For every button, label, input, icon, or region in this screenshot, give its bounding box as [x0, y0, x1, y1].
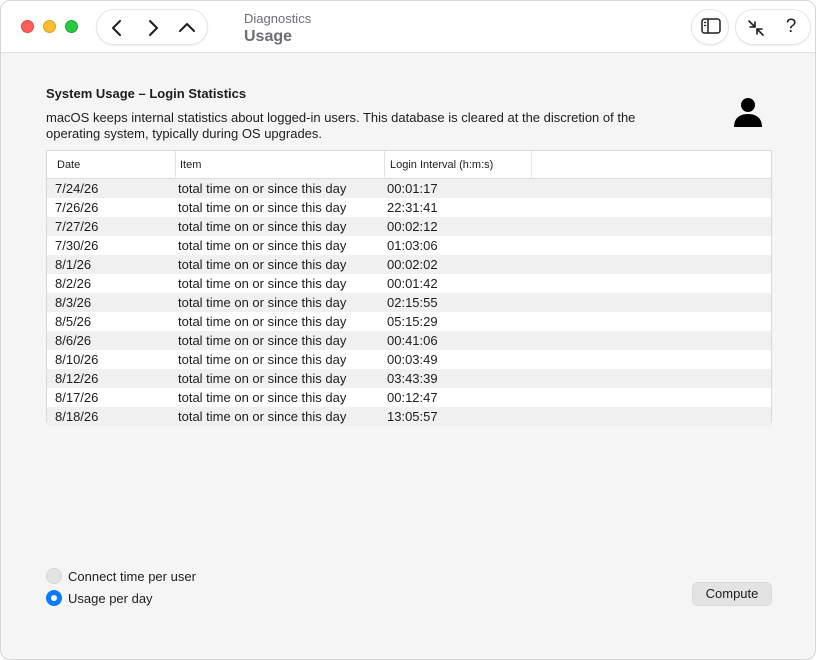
cell-interval: 00:02:12 — [387, 219, 438, 234]
cell-date: 8/3/26 — [55, 295, 92, 310]
cell-date: 7/27/26 — [55, 219, 99, 234]
cell-item: total time on or since this day — [178, 295, 347, 310]
cell-item: total time on or since this day — [178, 238, 347, 253]
cell-interval: 01:03:06 — [387, 238, 438, 253]
cell-item: total time on or since this day — [178, 219, 347, 234]
table-row[interactable]: 8/5/26 total time on or since this day 05:… — [47, 312, 771, 331]
cell-date: 8/5/26 — [55, 314, 92, 329]
login-statistics-table[interactable]: Date Item Login Interval (h:m:s) 7/24/26… — [46, 150, 772, 426]
cell-date: 8/2/26 — [55, 276, 92, 291]
radio-connect-time[interactable] — [46, 568, 62, 584]
arrows-inward-icon — [748, 20, 764, 36]
navigation-group — [96, 9, 208, 45]
up-button[interactable] — [175, 16, 199, 40]
collapse-button[interactable] — [744, 16, 768, 40]
connect-time-option[interactable]: Connect time per user — [46, 567, 196, 585]
table-row[interactable]: 8/3/26 total time on or since this day 02:… — [47, 293, 771, 312]
radio-usage-per-day[interactable] — [46, 590, 62, 606]
table-row[interactable]: 8/12/26 total time on or since this day 03… — [47, 369, 771, 388]
cell-item: total time on or since this day — [178, 333, 347, 348]
cell-date: 8/6/26 — [55, 333, 92, 348]
cell-item: total time on or since this day — [178, 371, 347, 386]
table-header: Date Item Login Interval (h:m:s) — [47, 151, 771, 179]
cell-interval: 00:01:42 — [387, 276, 438, 291]
table-row[interactable]: 7/26/26 total time on or since this day 22… — [47, 198, 771, 217]
cell-date: 8/10/26 — [55, 352, 99, 367]
cell-item: total time on or since this day — [178, 390, 347, 405]
table-row[interactable]: 7/27/26 total time on or since this day 00… — [47, 217, 771, 236]
chevron-up-icon — [179, 23, 195, 32]
table-row[interactable]: 8/6/26 total time on or since this day 00:… — [47, 331, 771, 350]
column-header-login-interval[interactable]: Login Interval (h:m:s) — [384, 151, 531, 179]
column-header-empty — [531, 151, 540, 179]
cell-date: 8/1/26 — [55, 257, 92, 272]
toggle-sidebar-button[interactable] — [691, 9, 729, 45]
cell-date: 8/18/26 — [55, 409, 99, 424]
zoom-window-button[interactable] — [65, 20, 78, 33]
cell-interval: 22:31:41 — [387, 200, 438, 215]
cell-date: 8/17/26 — [55, 390, 99, 405]
table-row[interactable]: 8/10/26 total time on or since this day 00… — [47, 350, 771, 369]
table-row[interactable]: 8/17/26 total time on or since this day 00… — [47, 388, 771, 407]
description-text: macOS keeps internal statistics about lo… — [46, 110, 636, 141]
title-bar: Diagnostics Usage ? — [1, 1, 815, 53]
table-row[interactable]: 7/30/26 total time on or since this day 01… — [47, 236, 771, 255]
breadcrumb: Diagnostics — [244, 11, 312, 26]
title-block: Diagnostics Usage — [244, 11, 311, 47]
table-row[interactable]: 8/18/26 total time on or since this day 13… — [47, 407, 771, 426]
table-body: 7/24/26 total time on or since this day 00… — [47, 179, 771, 426]
cell-date: 7/26/26 — [55, 200, 99, 215]
cell-interval: 00:12:47 — [387, 390, 438, 405]
cell-interval: 00:41:06 — [387, 333, 438, 348]
usage-per-day-label: Usage per day — [68, 590, 153, 606]
cell-item: total time on or since this day — [178, 314, 347, 329]
person-icon — [734, 98, 762, 127]
cell-interval: 00:03:49 — [387, 352, 438, 367]
app-window: Diagnostics Usage ? System Usage – Login… — [0, 0, 816, 660]
table-row[interactable]: 7/24/26 total time on or since this day 00… — [47, 179, 771, 198]
cell-interval: 00:01:17 — [387, 181, 438, 196]
section-title: System Usage – Login Statistics — [46, 86, 247, 101]
column-header-date[interactable]: Date — [49, 151, 175, 179]
sidebar-icon — [701, 18, 721, 34]
cell-item: total time on or since this day — [178, 409, 347, 424]
usage-per-day-option[interactable]: Usage per day — [46, 589, 153, 607]
cell-interval: 13:05:57 — [387, 409, 438, 424]
page-title: Usage — [244, 28, 293, 45]
cell-date: 7/24/26 — [55, 181, 99, 196]
table-row[interactable]: 8/1/26 total time on or since this day 00:… — [47, 255, 771, 274]
chevron-left-icon — [112, 20, 121, 36]
table-row[interactable]: 8/2/26 total time on or since this day 00:… — [47, 274, 771, 293]
minimize-window-button[interactable] — [43, 20, 56, 33]
cell-item: total time on or since this day — [178, 200, 347, 215]
cell-interval: 05:15:29 — [387, 314, 438, 329]
cell-interval: 00:02:02 — [387, 257, 438, 272]
close-window-button[interactable] — [21, 20, 34, 33]
cell-item: total time on or since this day — [178, 352, 347, 367]
cell-interval: 03:43:39 — [387, 371, 438, 386]
compute-button[interactable]: Compute — [692, 582, 772, 606]
chevron-right-icon — [149, 20, 158, 36]
cell-interval: 02:15:55 — [387, 295, 438, 310]
toolbar-right-group: ? — [735, 9, 811, 45]
cell-date: 7/30/26 — [55, 238, 99, 253]
cell-date: 8/12/26 — [55, 371, 99, 386]
connect-time-label: Connect time per user — [68, 568, 196, 584]
cell-item: total time on or since this day — [178, 276, 347, 291]
help-button[interactable]: ? — [780, 15, 802, 39]
cell-item: total time on or since this day — [178, 181, 347, 196]
back-button[interactable] — [105, 16, 129, 40]
forward-button[interactable] — [141, 16, 165, 40]
column-header-item[interactable]: Item — [175, 151, 384, 179]
cell-item: total time on or since this day — [178, 257, 347, 272]
